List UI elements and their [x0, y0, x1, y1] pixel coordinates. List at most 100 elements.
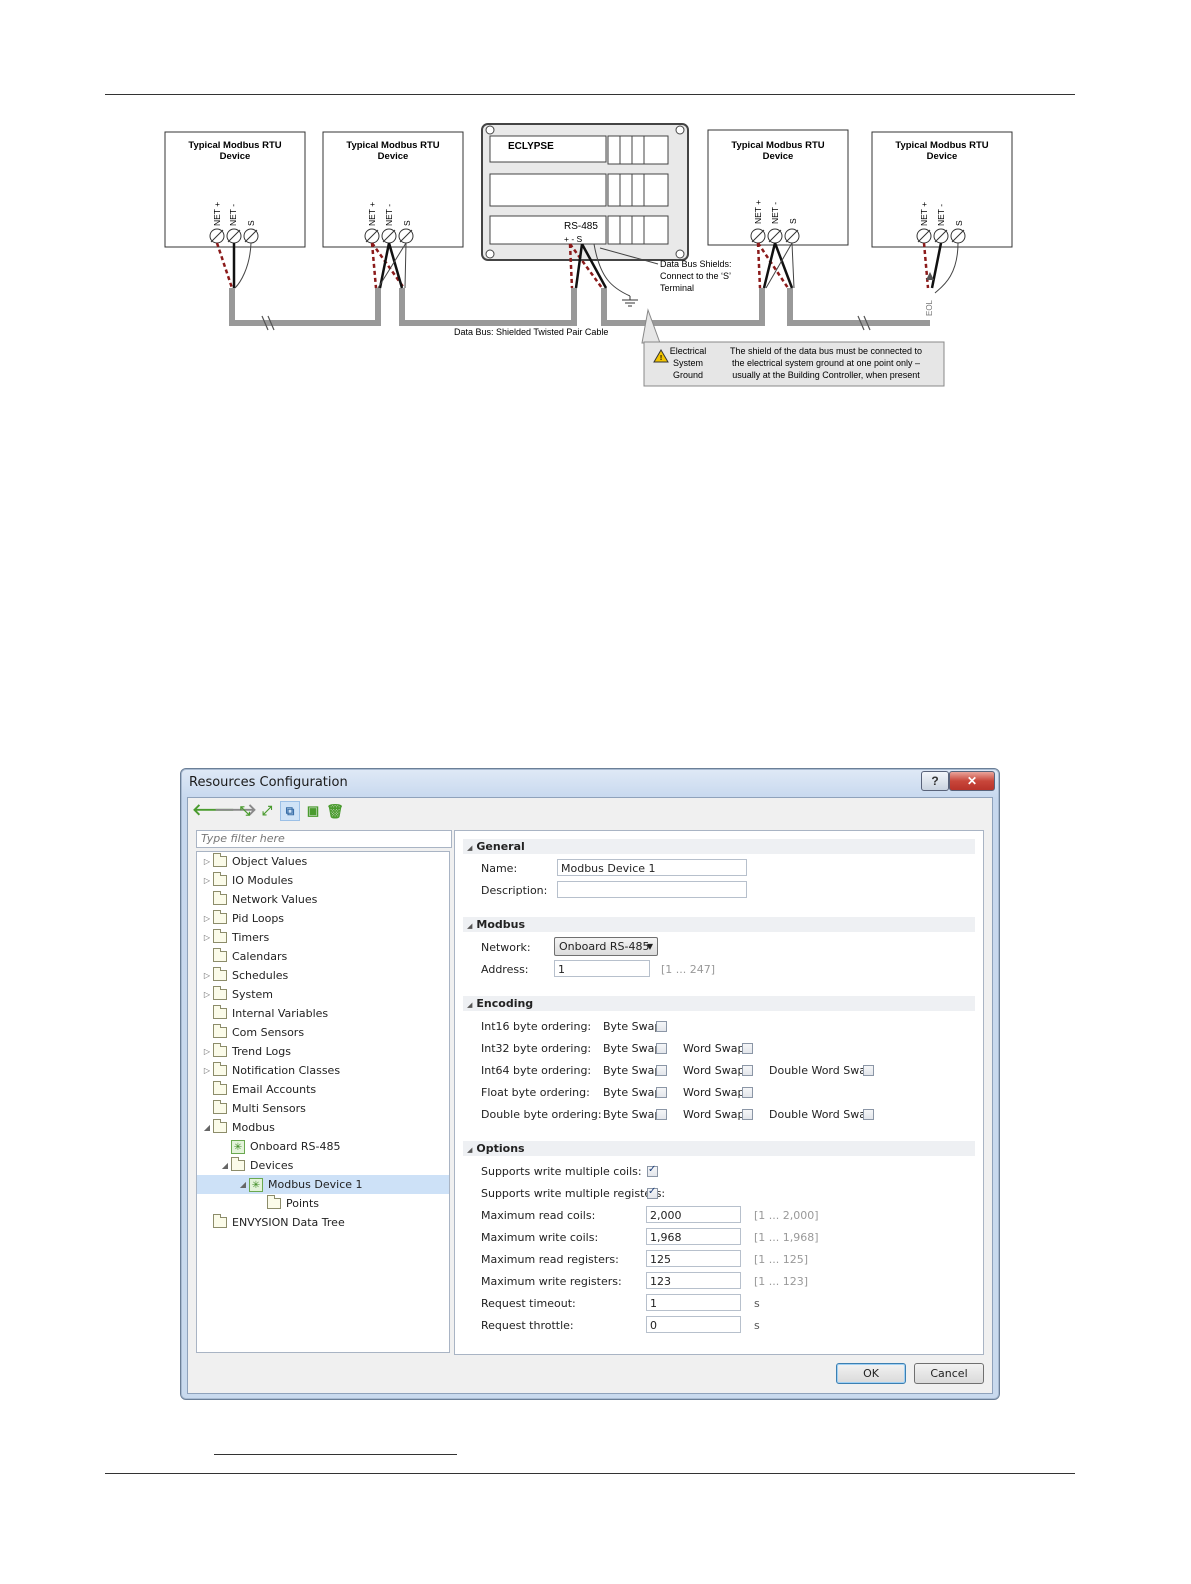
int32-byte-swap-checkbox[interactable]	[656, 1043, 667, 1054]
folder-icon	[213, 1119, 227, 1133]
ok-button[interactable]: OK	[836, 1363, 906, 1384]
int16-byte-swap-checkbox[interactable]	[656, 1021, 667, 1032]
expand-arrow-icon[interactable]: ▷	[201, 985, 213, 1004]
max-read-coils-field[interactable]: 2,000	[646, 1206, 741, 1223]
tree-item-modbus[interactable]: ◢ Modbus	[201, 1118, 275, 1137]
svg-text:S: S	[954, 220, 964, 226]
expand-arrow-icon[interactable]: ▷	[201, 852, 213, 871]
request-timeout-field[interactable]: 1	[646, 1294, 741, 1311]
device-box-2: Typical Modbus RTU Device NET + NET - S	[322, 131, 464, 248]
footer-rule	[105, 1473, 1075, 1474]
tree-view-icon[interactable]: ⧉	[280, 801, 300, 821]
collapse-arrow-icon[interactable]: ◢	[201, 1118, 213, 1137]
tree-item-calendars[interactable]: Calendars	[201, 947, 287, 966]
svg-text:S: S	[246, 220, 256, 226]
expand-arrow-icon[interactable]: ▷	[201, 1042, 213, 1061]
tree-item-system[interactable]: ▷ System	[201, 985, 273, 1004]
word-swap-label: Word Swap	[683, 1042, 745, 1055]
section-encoding[interactable]: ◢ Encoding	[463, 996, 975, 1011]
float-word-swap-checkbox[interactable]	[742, 1087, 753, 1098]
int64-byte-swap-checkbox[interactable]	[656, 1065, 667, 1076]
float-byte-swap-checkbox[interactable]	[656, 1087, 667, 1098]
max-write-coils-field[interactable]: 1,968	[646, 1228, 741, 1245]
expand-all-icon[interactable]: ⤢	[258, 802, 276, 820]
int32-word-swap-checkbox[interactable]	[742, 1043, 753, 1054]
filter-input[interactable]: Type filter here	[196, 830, 452, 848]
expand-arrow-icon[interactable]: ▷	[201, 1061, 213, 1080]
int64-double-word-swap-checkbox[interactable]	[863, 1065, 874, 1076]
tree-item-label: Multi Sensors	[232, 1102, 306, 1115]
collapse-arrow-icon[interactable]: ◢	[237, 1175, 249, 1194]
network-select[interactable]: Onboard RS-485 ▼	[554, 937, 658, 956]
expand-arrow-icon[interactable]: ▷	[201, 871, 213, 890]
section-options[interactable]: ◢ Options	[463, 1141, 975, 1156]
collapse-arrow-icon[interactable]: ◢	[219, 1156, 231, 1175]
float-ordering-label: Float byte ordering:	[481, 1086, 590, 1099]
expand-arrow-icon[interactable]: ▷	[201, 928, 213, 947]
svg-text:EOL: EOL	[925, 299, 934, 316]
folder-icon	[231, 1157, 245, 1171]
tree-item-timers[interactable]: ▷ Timers	[201, 928, 269, 947]
section-modbus[interactable]: ◢ Modbus	[463, 917, 975, 932]
address-range-hint: [1 ... 247]	[661, 963, 716, 976]
rs485-label: RS-485	[564, 221, 598, 232]
max-write-registers-hint: [1 ... 123]	[754, 1275, 809, 1288]
description-field[interactable]	[557, 881, 747, 898]
folder-icon	[213, 1100, 227, 1114]
tree-item-email-accounts[interactable]: Email Accounts	[201, 1080, 316, 1099]
tree-item-network-values[interactable]: Network Values	[201, 890, 317, 909]
tree-item-com-sensors[interactable]: Com Sensors	[201, 1023, 304, 1042]
collapse-all-icon[interactable]: ⤡	[236, 802, 254, 820]
tree-item-devices[interactable]: ◢ Devices	[219, 1156, 293, 1175]
double-double-word-swap-checkbox[interactable]	[863, 1109, 874, 1120]
max-read-registers-hint: [1 ... 125]	[754, 1253, 809, 1266]
tree-item-internal-variables[interactable]: Internal Variables	[201, 1004, 328, 1023]
expand-arrow-icon[interactable]: ▷	[201, 909, 213, 928]
write-multiple-coils-label: Supports write multiple coils:	[481, 1165, 642, 1178]
request-throttle-field[interactable]: 0	[646, 1316, 741, 1333]
device-box-4: Typical Modbus RTU Device NET + NET - S	[871, 131, 1013, 248]
name-field[interactable]: Modbus Device 1	[557, 859, 747, 876]
folder-icon	[213, 1043, 227, 1057]
tree-item-notification-classes[interactable]: ▷ Notification Classes	[201, 1061, 340, 1080]
tree-item-pid-loops[interactable]: ▷ Pid Loops	[201, 909, 284, 928]
svg-text:NET +: NET +	[367, 202, 377, 226]
tree-item-trend-logs[interactable]: ▷ Trend Logs	[201, 1042, 291, 1061]
name-label: Name:	[481, 862, 518, 875]
max-read-registers-field[interactable]: 125	[646, 1250, 741, 1267]
svg-text:NET -: NET -	[384, 204, 394, 226]
double-byte-swap-checkbox[interactable]	[656, 1109, 667, 1120]
tree-item-onboard-rs485[interactable]: ✳ Onboard RS-485	[219, 1137, 340, 1156]
folder-icon	[213, 872, 227, 886]
svg-text:Device: Device	[927, 151, 958, 162]
tree-item-label: ENVYSION Data Tree	[232, 1216, 345, 1229]
section-general[interactable]: ◢ General	[463, 839, 975, 854]
tree-item-label: Trend Logs	[232, 1045, 291, 1058]
forward-arrow-icon[interactable]: 🡒	[214, 802, 257, 820]
tree-item-envysion-data-tree[interactable]: ENVYSION Data Tree	[201, 1213, 345, 1232]
delete-icon[interactable]: 🗑	[326, 802, 344, 820]
tree-item-multi-sensors[interactable]: Multi Sensors	[201, 1099, 306, 1118]
write-multiple-coils-checkbox[interactable]	[647, 1164, 658, 1177]
int64-word-swap-checkbox[interactable]	[742, 1065, 753, 1076]
tree-item-object-values[interactable]: ▷ Object Values	[201, 852, 307, 871]
tree-item-modbus-device-1[interactable]: ◢ ✳ Modbus Device 1	[197, 1175, 449, 1194]
max-write-registers-field[interactable]: 123	[646, 1272, 741, 1289]
tree-item-io-modules[interactable]: ▷ IO Modules	[201, 871, 293, 890]
tree-item-points[interactable]: Points	[255, 1194, 319, 1213]
properties-panel: ◢ General Name: Modbus Device 1 Descripti…	[454, 830, 984, 1355]
help-button[interactable]: ?	[921, 771, 949, 791]
folder-icon	[213, 853, 227, 867]
back-arrow-icon[interactable]: 🡐	[192, 802, 235, 820]
expand-arrow-icon[interactable]: ▷	[201, 966, 213, 985]
write-multiple-registers-checkbox[interactable]	[647, 1186, 658, 1199]
add-device-icon[interactable]: ▣	[304, 802, 322, 820]
address-field[interactable]: 1	[554, 960, 650, 977]
tree-item-schedules[interactable]: ▷ Schedules	[201, 966, 288, 985]
tree-item-label: Modbus	[232, 1121, 275, 1134]
tree-item-label: Network Values	[232, 893, 318, 906]
cancel-button[interactable]: Cancel	[914, 1363, 984, 1384]
tree-item-label: Email Accounts	[232, 1083, 317, 1096]
double-word-swap-checkbox[interactable]	[742, 1109, 753, 1120]
close-button[interactable]: ✕	[949, 771, 995, 791]
